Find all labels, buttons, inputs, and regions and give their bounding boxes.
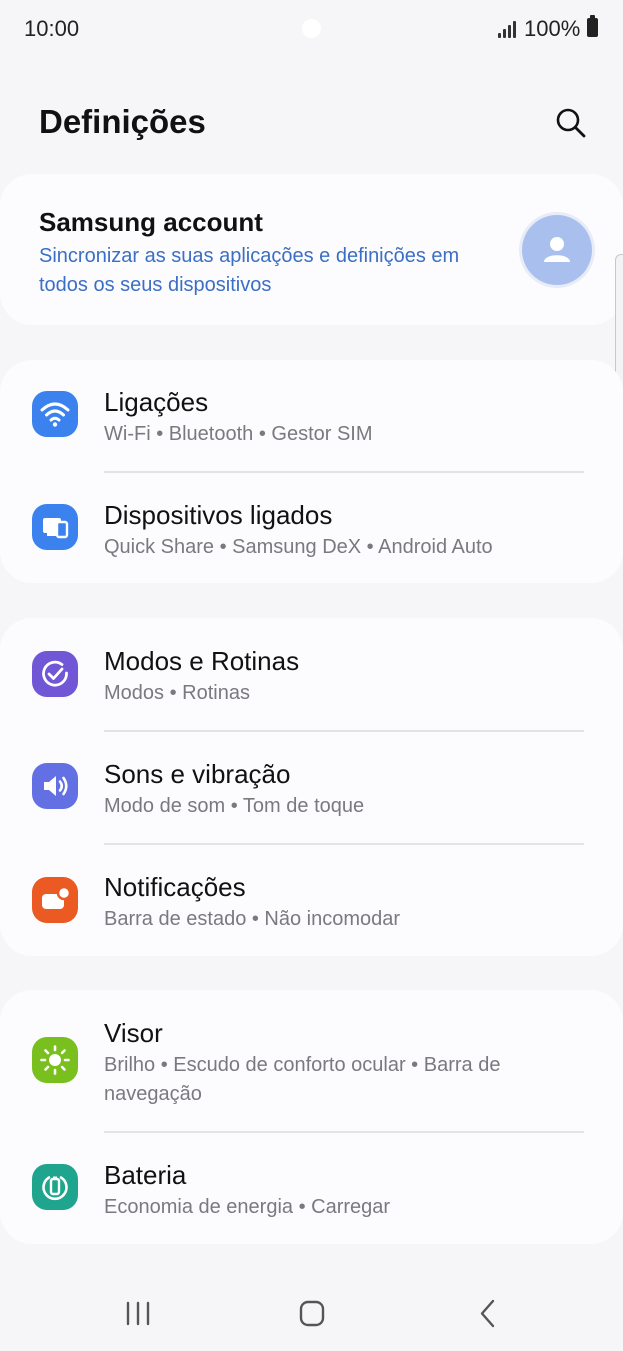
account-subtitle: Sincronizar as suas aplicações e definiç… [39,245,460,296]
status-time: 10:00 [24,16,80,41]
settings-item-label: Visor [104,1018,163,1048]
back-icon[interactable] [468,1294,508,1334]
front-camera-cutout [302,19,321,38]
settings-group-connections: Ligações Wi-Fi • Bluetooth • Gestor SIM … [0,360,623,583]
navigation-bar [0,1280,623,1351]
brightness-icon [32,1037,78,1083]
volume-icon [32,763,78,809]
settings-item-summary: Barra de estado • Não incomodar [104,908,401,930]
settings-item-label: Modos e Rotinas [104,646,300,676]
settings-item-notifications[interactable]: Notificações Barra de estado • Não incom… [0,844,623,956]
recents-icon[interactable] [119,1294,159,1334]
settings-item-connections[interactable]: Ligações Wi-Fi • Bluetooth • Gestor SIM [0,360,623,472]
settings-item-label: Ligações [104,387,209,417]
settings-item-display[interactable]: Visor Brilho • Escudo de conforto ocular… [0,990,623,1132]
settings-item-summary: Brilho • Escudo de conforto ocular • Bar… [104,1054,501,1105]
page-title: Definições [39,103,206,140]
settings-item-summary: Wi-Fi • Bluetooth • Gestor SIM [104,423,373,445]
home-icon[interactable] [292,1294,332,1334]
settings-item-summary: Economia de energia • Carregar [104,1196,391,1218]
settings-item-label: Dispositivos ligados [104,500,333,530]
settings-item-sounds-vibration[interactable]: Sons e vibração Modo de som • Tom de toq… [0,731,623,844]
person-icon [522,215,592,285]
wifi-icon [32,391,78,437]
settings-item-label: Sons e vibração [104,759,291,789]
account-title: Samsung account [39,207,263,237]
battery-status-icon [587,15,598,37]
settings-item-label: Notificações [104,872,246,902]
settings-item-connected-devices[interactable]: Dispositivos ligados Quick Share • Samsu… [0,472,623,583]
modes-routines-icon [32,651,78,697]
connected-devices-icon [32,504,78,550]
signal-icon [498,18,518,38]
samsung-account-card[interactable]: Samsung account Sincronizar as suas apli… [0,174,623,325]
settings-group-display-battery: Visor Brilho • Escudo de conforto ocular… [0,990,623,1244]
settings-item-modes-routines[interactable]: Modos e Rotinas Modos • Rotinas [0,618,623,731]
settings-item-summary: Modo de som • Tom de toque [104,795,365,817]
settings-group-modes-sound: Modos e Rotinas Modos • Rotinas Sons e v… [0,618,623,956]
settings-item-battery[interactable]: Bateria Economia de energia • Carregar [0,1132,623,1244]
search-icon[interactable] [552,104,590,142]
notification-icon [32,877,78,923]
settings-item-summary: Modos • Rotinas [104,682,250,704]
status-bar: 10:00 100% [0,0,623,60]
battery-percentage: 100% [524,16,581,41]
settings-item-label: Bateria [104,1160,187,1190]
settings-item-summary: Quick Share • Samsung DeX • Android Auto [104,536,493,558]
battery-icon [32,1164,78,1210]
